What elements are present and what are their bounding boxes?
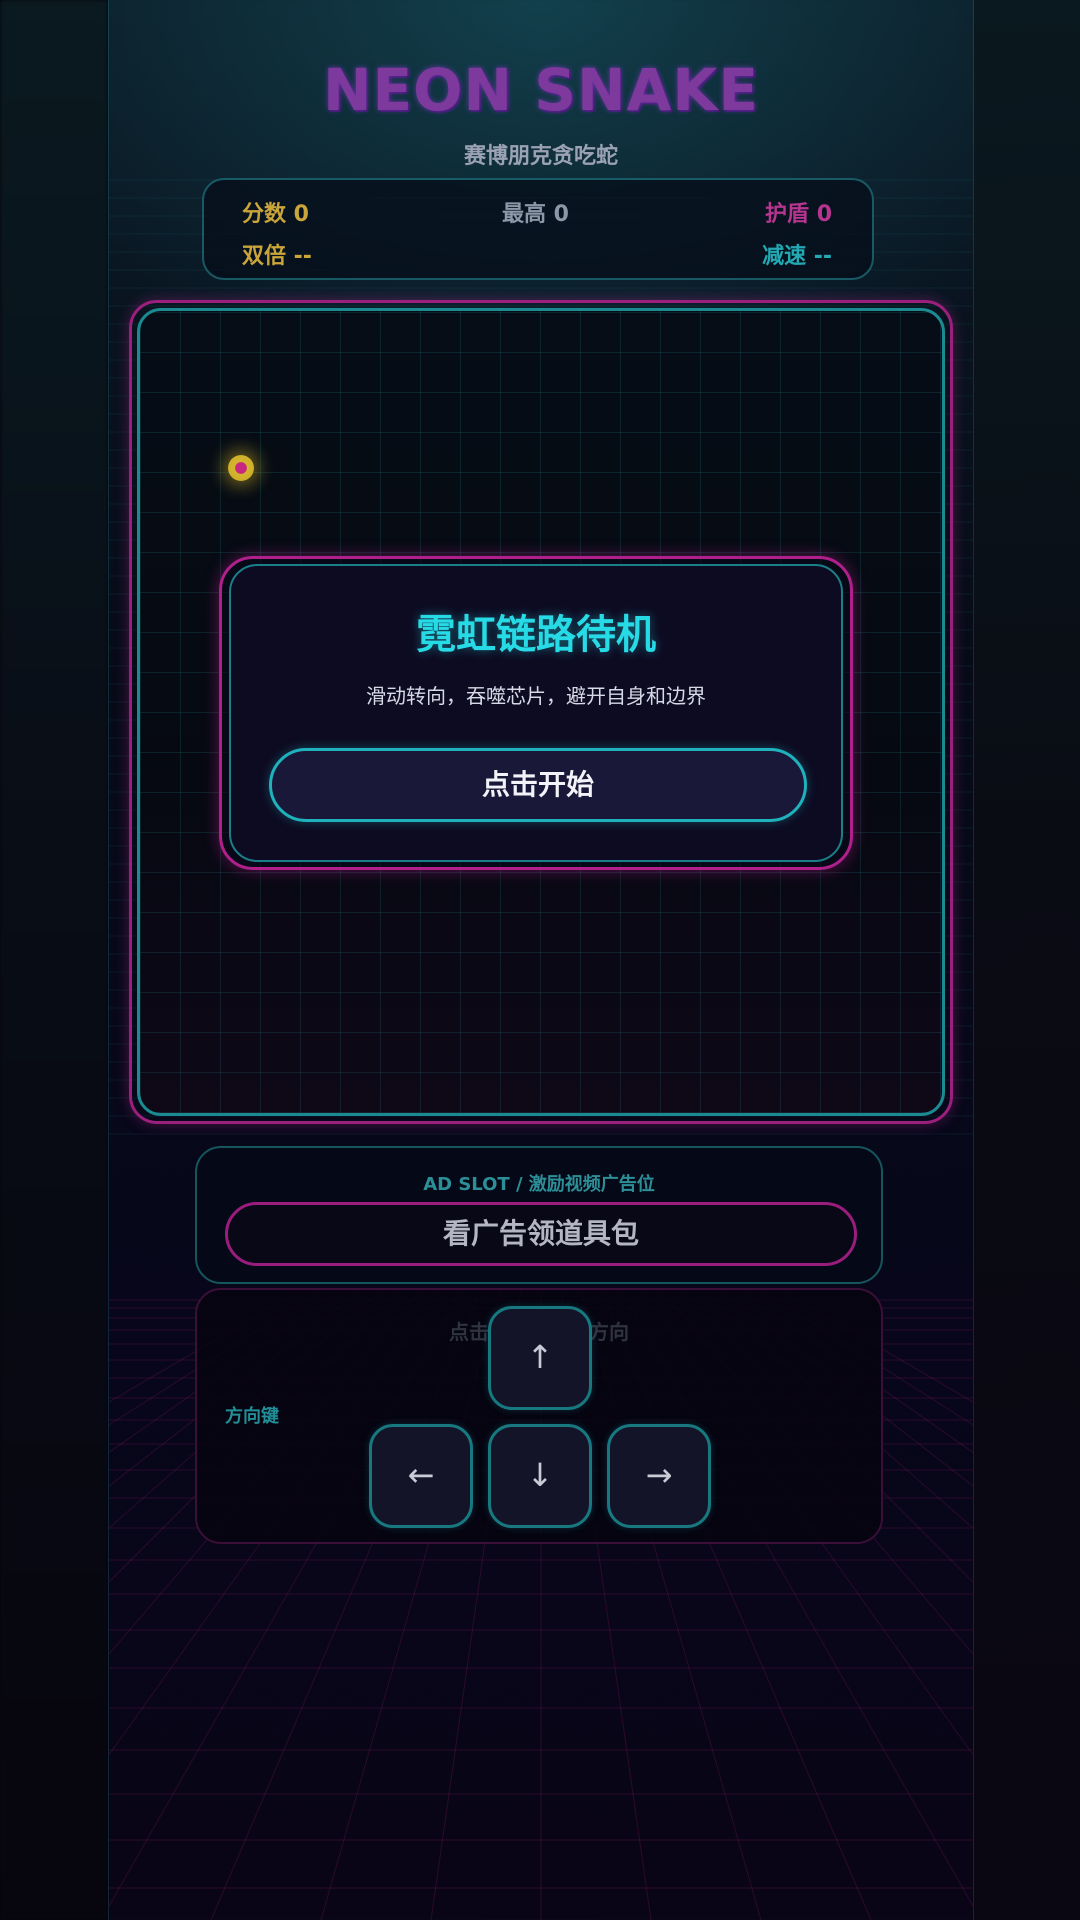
score-counter: 分数 0 bbox=[242, 202, 309, 227]
arrow-right-button[interactable]: → bbox=[607, 1424, 711, 1528]
chip-icon bbox=[228, 455, 254, 481]
arrow-down-button[interactable]: ↓ bbox=[488, 1424, 592, 1528]
slow-status: 减速 -- bbox=[762, 244, 832, 269]
dialog-hint: 滑动转向，吞噬芯片，避开自身和边界 bbox=[366, 684, 706, 708]
dialog-title: 霓虹链路待机 bbox=[416, 612, 656, 658]
status-panel: 分数 0 最高 0 护盾 0 双倍 -- 减速 -- bbox=[202, 178, 874, 280]
left-backdrop bbox=[0, 0, 108, 1920]
game-app: NEON SNAKE 赛博朋克贪吃蛇 分数 0 最高 0 护盾 0 双倍 -- … bbox=[108, 0, 974, 1920]
direction-pad-panel: 点击开始后控制方向 方向键 ↑ ← ↓ → bbox=[195, 1288, 883, 1544]
game-title: NEON SNAKE bbox=[323, 56, 759, 124]
start-dialog: 霓虹链路待机 滑动转向，吞噬芯片，避开自身和边界 点击开始 bbox=[229, 564, 843, 862]
ad-slot-label: AD SLOT / 激励视频广告位 bbox=[423, 1174, 655, 1195]
arrow-left-button[interactable]: ← bbox=[369, 1424, 473, 1528]
game-subtitle: 赛博朋克贪吃蛇 bbox=[463, 144, 618, 169]
ad-panel: AD SLOT / 激励视频广告位 看广告领道具包 bbox=[195, 1146, 883, 1284]
direction-pad-label: 方向键 bbox=[225, 1406, 279, 1427]
watch-ad-button[interactable]: 看广告领道具包 bbox=[225, 1202, 857, 1266]
shield-counter: 护盾 0 bbox=[765, 202, 832, 227]
start-button[interactable]: 点击开始 bbox=[269, 748, 807, 822]
screen: NEON SNAKE 赛博朋克贪吃蛇 分数 0 最高 0 护盾 0 双倍 -- … bbox=[0, 0, 1080, 1920]
right-backdrop bbox=[972, 0, 1080, 1920]
best-score-counter: 最高 0 bbox=[502, 202, 569, 227]
double-status: 双倍 -- bbox=[242, 244, 312, 269]
arrow-up-button[interactable]: ↑ bbox=[488, 1306, 592, 1410]
